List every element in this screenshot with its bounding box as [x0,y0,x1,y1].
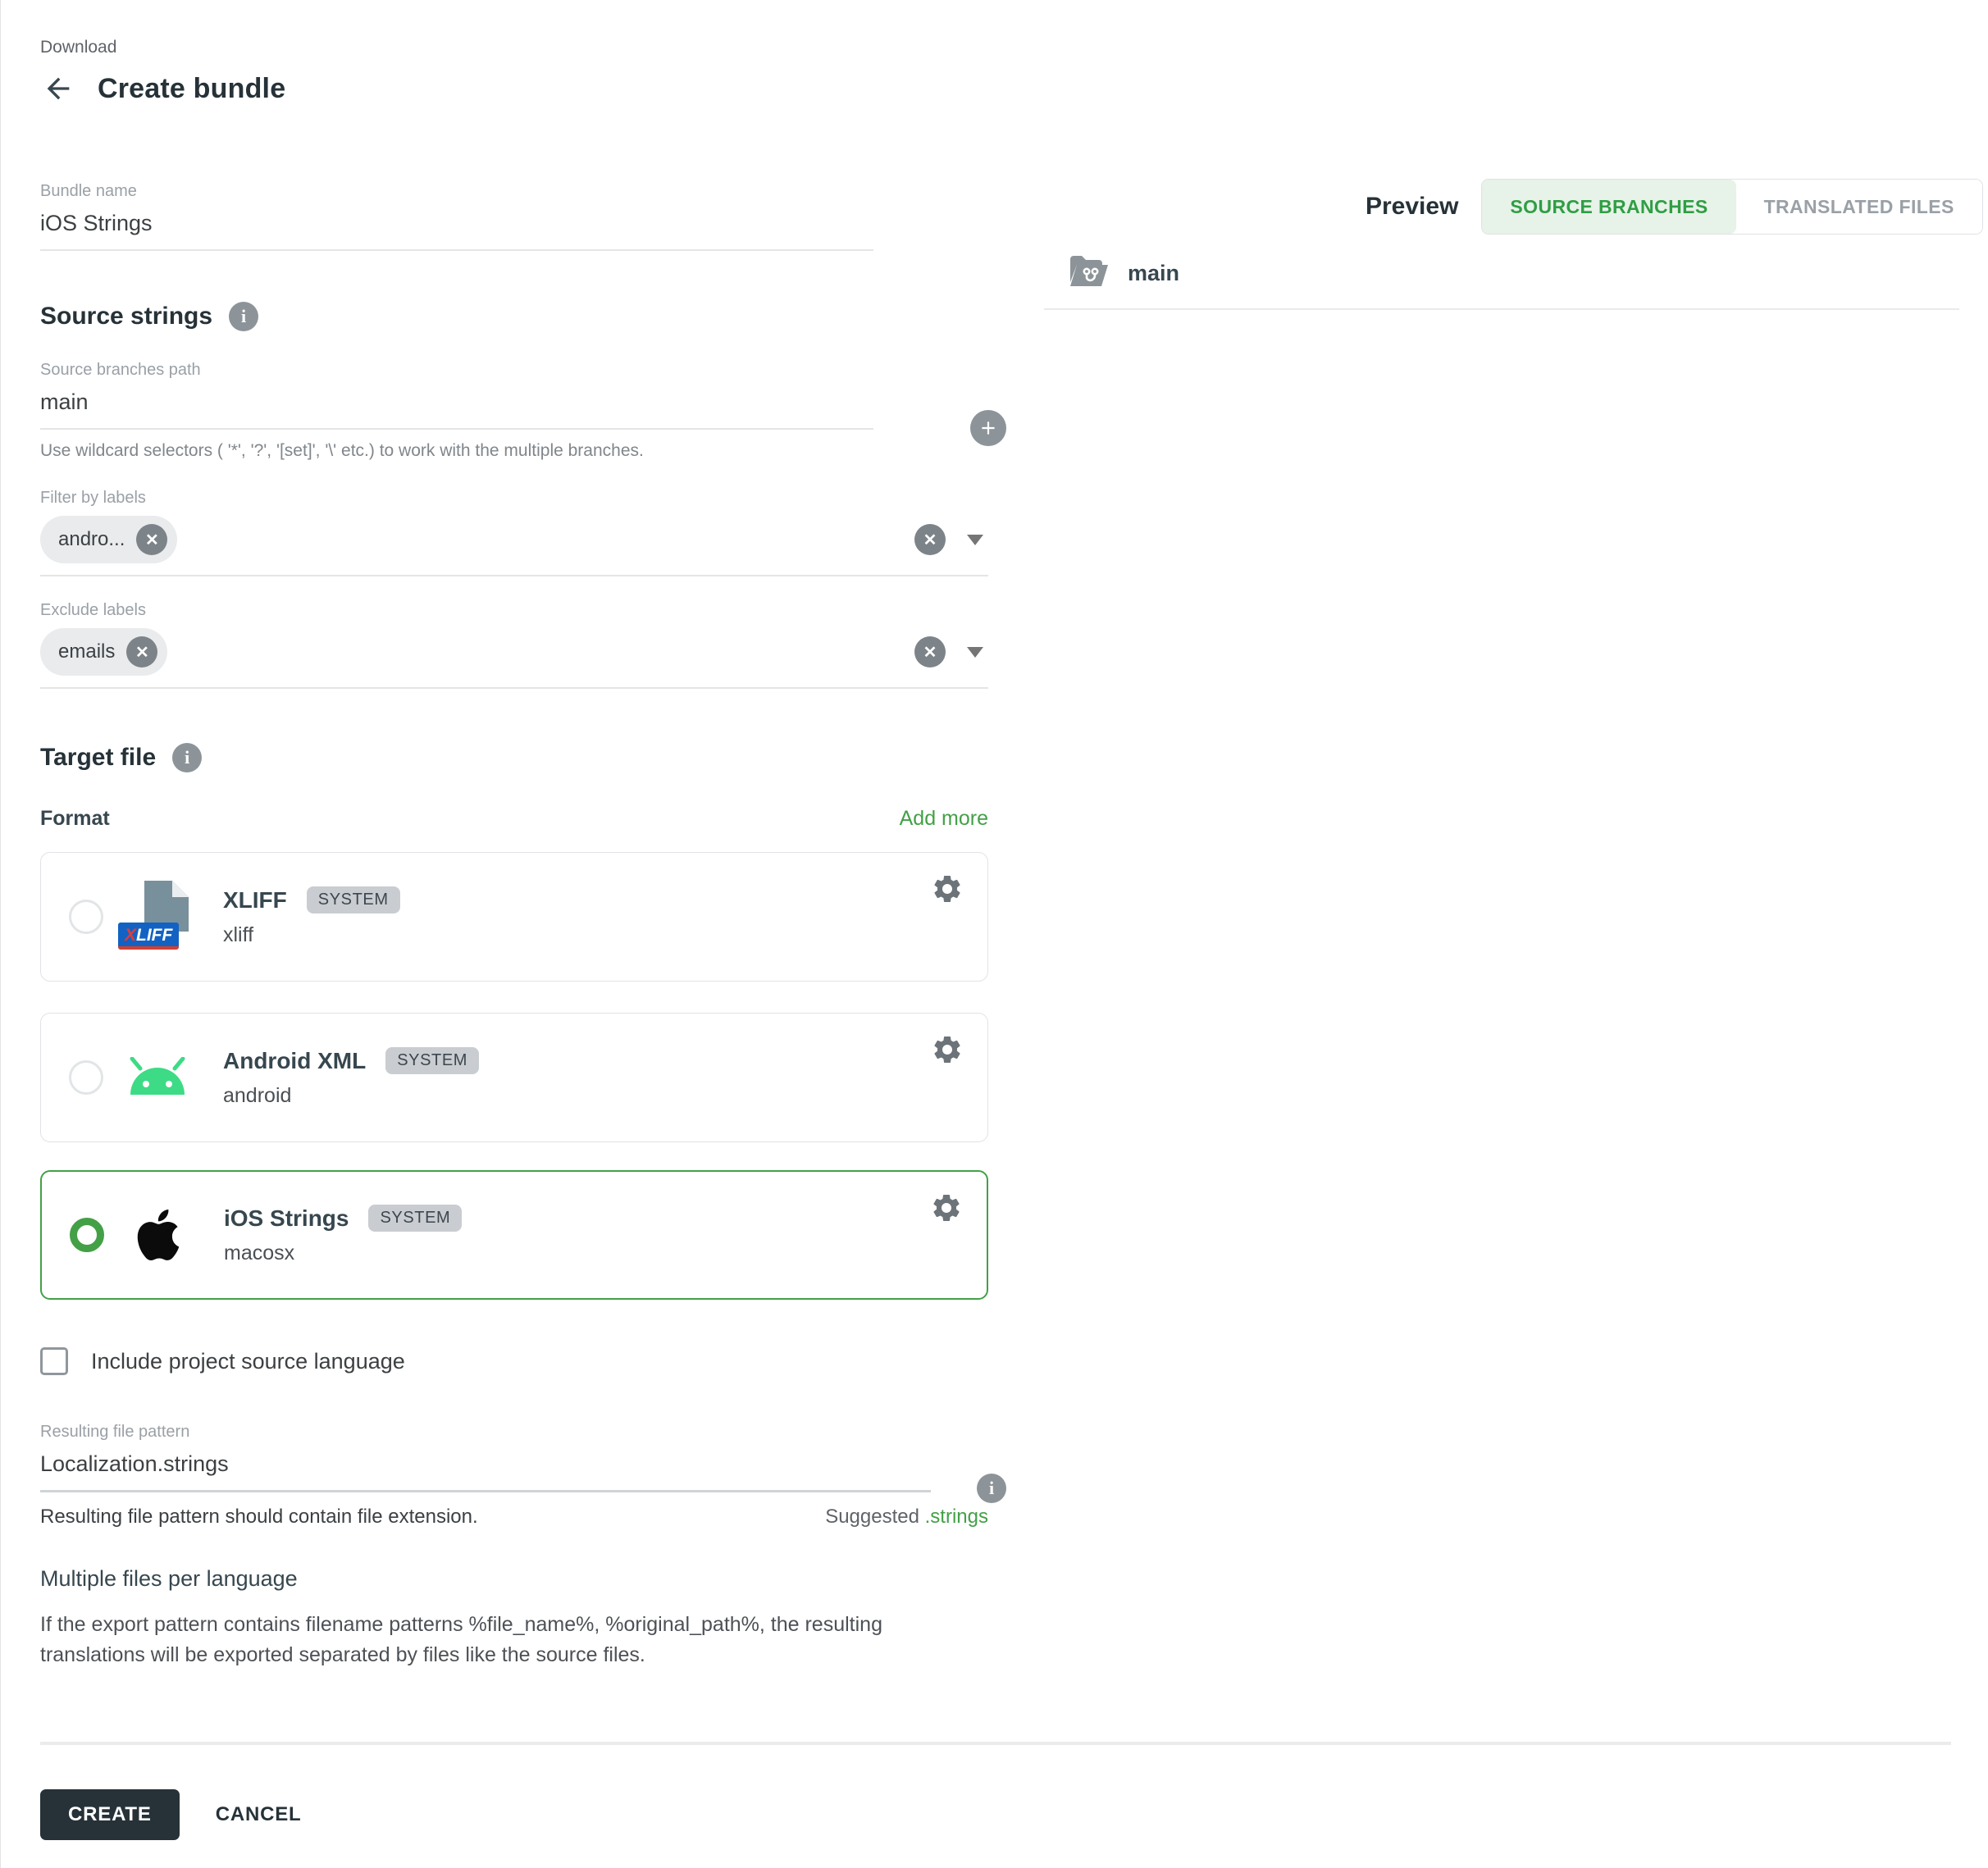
title-row: Create bundle [40,71,988,107]
bundle-name-value[interactable]: iOS Strings [40,211,873,236]
branch-name: main [1128,261,1179,286]
system-badge: SYSTEM [368,1205,462,1232]
add-branch-button[interactable] [970,410,1006,446]
format-card-ios-strings[interactable]: iOS Strings SYSTEM macosx [40,1170,988,1300]
target-file-info-icon[interactable]: i [172,743,202,772]
suggested-extension: Suggested .strings [825,1506,988,1529]
preview-panel-header: Preview SOURCE BRANCHES TRANSLATED FILES [1366,179,1983,235]
exclude-labels-field: Exclude labels emails ✕ ✕ [40,601,988,689]
remove-chip-icon[interactable]: ✕ [136,524,167,555]
branch-folder-icon [1069,254,1108,293]
create-button[interactable]: CREATE [40,1789,180,1840]
footer-divider [40,1742,1951,1745]
chevron-down-icon[interactable] [967,535,983,545]
format-subtitle: macosx [224,1242,462,1265]
cancel-button[interactable]: CANCEL [216,1803,302,1826]
xliff-file-icon: XLIFF [123,879,192,955]
preview-divider [1044,308,1959,310]
format-row: Format Add more [40,807,988,831]
exclude-labels-input[interactable]: emails ✕ ✕ [40,628,988,689]
format-card-android[interactable]: Android XML SYSTEM android [40,1013,988,1142]
include-source-language-option[interactable]: Include project source language [40,1347,988,1375]
remove-chip-icon[interactable]: ✕ [126,636,157,667]
gear-icon[interactable] [930,1033,964,1068]
checkbox-unchecked[interactable] [40,1347,68,1375]
clear-field-icon[interactable]: ✕ [914,524,946,555]
preview-heading: Preview [1366,193,1458,221]
filter-by-labels-label: Filter by labels [40,489,988,508]
preview-branch-row[interactable]: main [1069,254,1179,293]
preview-tabs: SOURCE BRANCHES TRANSLATED FILES [1481,179,1982,235]
chevron-down-icon[interactable] [967,647,983,658]
source-strings-info-icon[interactable]: i [229,302,258,331]
add-more-link[interactable]: Add more [900,807,988,831]
suggested-extension-link[interactable]: .strings [925,1506,988,1528]
filter-labels-input[interactable]: andro... ✕ ✕ [40,516,988,576]
label-chip[interactable]: andro... ✕ [40,516,177,563]
multiple-files-heading: Multiple files per language [40,1566,988,1592]
source-branches-path-value[interactable]: main [40,390,873,415]
bundle-name-field[interactable]: Bundle name iOS Strings [40,182,873,251]
android-icon [123,1040,192,1115]
label-chip-text: andro... [58,528,125,551]
source-branches-path-field: Source branches path main Use wildcard s… [40,361,988,461]
source-strings-section-head: Source strings i [40,302,988,331]
format-subtitle: xliff [223,923,400,947]
resulting-file-pattern-value[interactable]: Localization.strings [40,1451,931,1477]
breadcrumb: Download [40,38,988,57]
tab-translated-files[interactable]: TRANSLATED FILES [1736,180,1982,234]
bundle-name-label: Bundle name [40,182,873,201]
format-subtitle: android [223,1084,479,1108]
page-title: Create bundle [98,73,285,105]
form-actions: CREATE CANCEL [40,1789,302,1840]
label-chip[interactable]: emails ✕ [40,628,167,676]
create-bundle-form: Download Create bundle Bundle name iOS S… [40,38,988,1670]
format-title: iOS Strings [224,1205,349,1232]
label-chip-text: emails [58,640,115,663]
radio-selected[interactable] [70,1218,104,1252]
radio-unselected[interactable] [69,900,103,934]
multiple-files-description: If the export pattern contains filename … [40,1610,992,1670]
file-pattern-helper-text: Resulting file pattern should contain fi… [40,1506,478,1529]
format-label: Format [40,807,110,831]
exclude-labels-label: Exclude labels [40,601,988,620]
wildcard-helper-text: Use wildcard selectors ( '*', '?', '[set… [40,441,988,461]
tab-source-branches[interactable]: SOURCE BRANCHES [1482,180,1735,234]
resulting-file-pattern-label: Resulting file pattern [40,1423,931,1442]
gear-icon[interactable] [930,872,964,907]
gear-icon[interactable] [929,1191,964,1226]
format-title: XLIFF [223,887,287,913]
include-source-language-label: Include project source language [91,1349,405,1374]
clear-field-icon[interactable]: ✕ [914,636,946,667]
format-title: Android XML [223,1048,366,1074]
system-badge: SYSTEM [307,886,400,913]
filter-by-labels-field: Filter by labels andro... ✕ ✕ [40,489,988,576]
system-badge: SYSTEM [385,1047,479,1074]
apple-icon [124,1197,193,1273]
target-file-heading: Target file [40,744,156,772]
file-pattern-info-icon[interactable]: i [977,1474,1006,1503]
resulting-file-pattern-field: Resulting file pattern Localization.stri… [40,1423,988,1529]
back-arrow-icon[interactable] [40,71,76,107]
target-file-section-head: Target file i [40,743,988,772]
source-strings-heading: Source strings [40,303,212,330]
format-card-xliff[interactable]: XLIFF XLIFF SYSTEM xliff [40,852,988,982]
source-branches-path-label: Source branches path [40,361,873,380]
radio-unselected[interactable] [69,1060,103,1095]
suggested-label: Suggested [825,1506,919,1528]
